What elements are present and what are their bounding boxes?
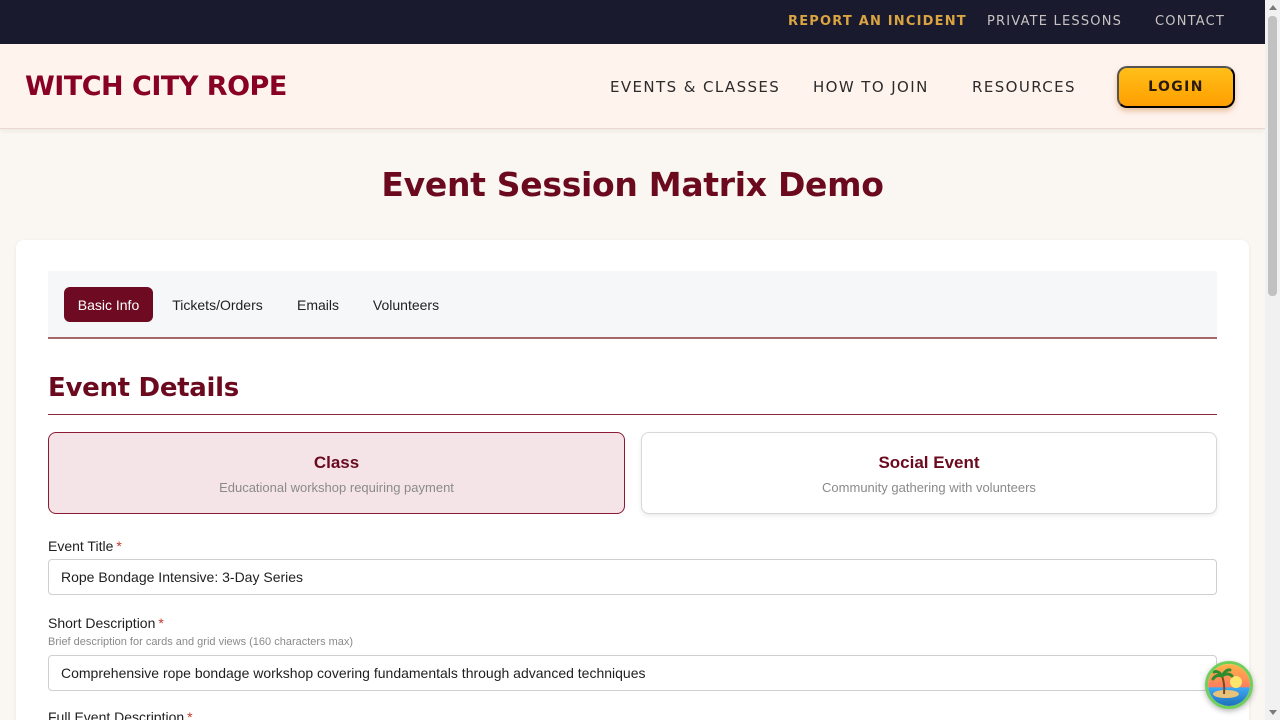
chevron-down-icon[interactable] bbox=[1265, 706, 1280, 720]
report-incident-link[interactable]: REPORT AN INCIDENT bbox=[788, 14, 967, 30]
utility-bar: REPORT AN INCIDENT PRIVATE LESSONS CONTA… bbox=[0, 0, 1265, 44]
required-marker: * bbox=[116, 538, 122, 554]
label-text: Short Description bbox=[48, 615, 156, 631]
event-title-input[interactable] bbox=[48, 559, 1217, 595]
event-title-label: Event Title * bbox=[48, 538, 122, 555]
event-type-class-option[interactable]: Class Educational workshop requiring pay… bbox=[48, 432, 625, 514]
nav-how-to-join[interactable]: HOW TO JOIN bbox=[813, 78, 929, 96]
event-type-title: Class bbox=[313, 453, 360, 472]
section-divider bbox=[48, 414, 1217, 415]
help-chat-button[interactable] bbox=[1205, 661, 1253, 709]
event-type-title: Social Event bbox=[878, 453, 980, 472]
private-lessons-link[interactable]: PRIVATE LESSONS bbox=[987, 14, 1122, 30]
tab-basic-info[interactable]: Basic Info bbox=[64, 287, 153, 322]
event-type-social-option[interactable]: Social Event Community gathering with vo… bbox=[641, 432, 1217, 514]
short-description-input[interactable] bbox=[48, 655, 1217, 691]
short-description-help: Brief description for cards and grid vie… bbox=[48, 636, 354, 648]
brand-logo[interactable]: WITCH CITY ROPE bbox=[25, 71, 287, 103]
event-type-subtitle: Community gathering with volunteers bbox=[822, 480, 1036, 495]
event-type-subtitle: Educational workshop requiring payment bbox=[219, 480, 454, 495]
label-text: Full Event Description bbox=[48, 709, 185, 720]
palm-island-icon bbox=[1208, 664, 1250, 706]
contact-link[interactable]: CONTACT bbox=[1155, 14, 1225, 30]
scrollbar-thumb[interactable] bbox=[1268, 16, 1277, 296]
tab-bar: Basic Info Tickets/Orders Emails Volunte… bbox=[48, 271, 1217, 339]
login-button[interactable]: LOGIN bbox=[1117, 66, 1235, 108]
site-header: WITCH CITY ROPE EVENTS & CLASSES HOW TO … bbox=[0, 44, 1265, 129]
short-description-label: Short Description * bbox=[48, 615, 164, 632]
chevron-up-icon[interactable] bbox=[1265, 0, 1280, 14]
nav-events-classes[interactable]: EVENTS & CLASSES bbox=[610, 78, 780, 96]
section-title-event-details: Event Details bbox=[48, 373, 239, 403]
required-marker: * bbox=[158, 615, 164, 631]
label-text: Event Title bbox=[48, 538, 114, 554]
required-marker: * bbox=[187, 709, 193, 720]
tab-emails[interactable]: Emails bbox=[287, 287, 349, 322]
tab-tickets-orders[interactable]: Tickets/Orders bbox=[164, 287, 271, 322]
page-title: Event Session Matrix Demo bbox=[381, 165, 884, 204]
nav-resources[interactable]: RESOURCES bbox=[972, 78, 1076, 96]
page-scrollbar[interactable] bbox=[1265, 0, 1280, 720]
full-description-label: Full Event Description * bbox=[48, 709, 193, 720]
tab-volunteers[interactable]: Volunteers bbox=[364, 287, 448, 322]
